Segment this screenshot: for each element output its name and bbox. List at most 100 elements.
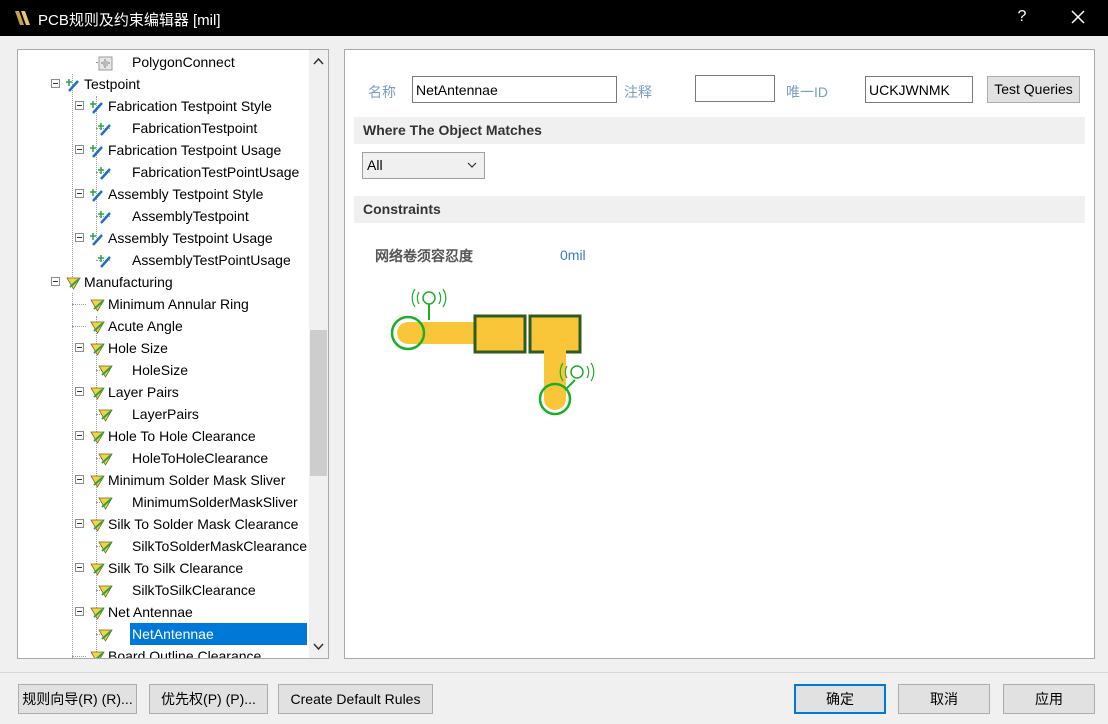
- tree-item[interactable]: SilkToSolderMaskClearance: [18, 535, 308, 557]
- testpoint-rule-icon: [98, 121, 113, 136]
- tree-collapse-icon[interactable]: [75, 233, 84, 242]
- where-match-value: All: [367, 157, 383, 173]
- tree-collapse-icon[interactable]: [51, 79, 60, 88]
- tree-collapse-icon[interactable]: [51, 277, 60, 286]
- tree-collapse-icon[interactable]: [75, 563, 84, 572]
- tree-item-label: Net Antennae: [108, 604, 193, 620]
- tree-item[interactable]: Layer Pairs: [18, 381, 308, 403]
- tree-item[interactable]: AssemblyTestpoint: [18, 205, 308, 227]
- tree-item-label: Testpoint: [84, 76, 141, 92]
- scroll-up-icon[interactable]: [309, 50, 328, 72]
- apply-button[interactable]: 应用: [1003, 684, 1095, 714]
- comment-input[interactable]: [695, 75, 775, 102]
- tree-item-label: NetAntennae: [130, 623, 307, 645]
- tree-item-label: FabricationTestpoint: [132, 120, 258, 136]
- testpoint-rule-icon: [90, 231, 105, 246]
- tree-item[interactable]: Acute Angle: [18, 315, 308, 337]
- manufacturing-rule-icon: [98, 451, 113, 466]
- test-queries-button[interactable]: Test Queries: [987, 76, 1080, 103]
- tree-item-label: AssemblyTestPointUsage: [132, 252, 291, 268]
- tree-item[interactable]: Manufacturing: [18, 271, 308, 293]
- priorities-button[interactable]: 优先权(P) (P)...: [149, 684, 268, 714]
- tree-item[interactable]: Assembly Testpoint Style: [18, 183, 308, 205]
- tree-collapse-icon[interactable]: [75, 607, 84, 616]
- cancel-button[interactable]: 取消: [898, 684, 990, 714]
- manufacturing-rule-icon: [98, 539, 113, 554]
- unique-id-input[interactable]: [865, 76, 973, 103]
- manufacturing-rule-icon: [98, 583, 113, 598]
- chevron-down-icon: [467, 162, 477, 168]
- tree-item[interactable]: Net Antennae: [18, 601, 308, 623]
- tree-item[interactable]: Silk To Silk Clearance: [18, 557, 308, 579]
- tree-item-label: MinimumSolderMaskSliver: [132, 494, 298, 510]
- tree-collapse-icon[interactable]: [75, 387, 84, 396]
- manufacturing-category-icon: [66, 275, 81, 290]
- title-bar: PCB规则及约束编辑器 [mil] ?: [0, 0, 1108, 36]
- tree-collapse-icon[interactable]: [75, 101, 84, 110]
- tree-item[interactable]: PolygonConnect: [18, 51, 308, 73]
- rule-wizard-button[interactable]: 规则向导(R) (R)...: [18, 684, 137, 714]
- tree-item[interactable]: Fabrication Testpoint Style: [18, 95, 308, 117]
- close-icon[interactable]: [1068, 6, 1088, 28]
- tree-item[interactable]: MinimumSolderMaskSliver: [18, 491, 308, 513]
- name-label: 名称: [368, 84, 396, 100]
- testpoint-rule-icon: [98, 165, 113, 180]
- tree-item[interactable]: FabricationTestPointUsage: [18, 161, 308, 183]
- scroll-thumb[interactable]: [310, 330, 327, 476]
- ok-button[interactable]: 确定: [794, 684, 886, 714]
- rule-name-input[interactable]: [412, 76, 617, 103]
- create-default-rules-button[interactable]: Create Default Rules: [278, 684, 433, 714]
- tree-item[interactable]: Fabrication Testpoint Usage: [18, 139, 308, 161]
- window-title: PCB规则及约束编辑器 [mil]: [38, 12, 221, 29]
- tree-item-label: Silk To Solder Mask Clearance: [108, 516, 299, 532]
- tree-item-label: SilkToSolderMaskClearance: [132, 538, 308, 554]
- manufacturing-rule-icon: [98, 495, 113, 510]
- tree-item[interactable]: HoleSize: [18, 359, 308, 381]
- where-section-header: Where The Object Matches: [354, 117, 1085, 144]
- tree-item[interactable]: Hole Size: [18, 337, 308, 359]
- manufacturing-rule-icon: [90, 319, 105, 334]
- antenna-tolerance-value[interactable]: 0mil: [560, 247, 586, 263]
- tree-item[interactable]: SilkToSilkClearance: [18, 579, 308, 601]
- manufacturing-rule-icon: [90, 341, 105, 356]
- tree-scrollbar[interactable]: [309, 50, 328, 658]
- tree-item[interactable]: Hole To Hole Clearance: [18, 425, 308, 447]
- altium-logo-icon: [15, 11, 30, 25]
- rule-tree[interactable]: PolygonConnect Testpoint Fabrication Testp…: [17, 49, 329, 659]
- testpoint-rule-icon: [90, 99, 105, 114]
- tree-collapse-icon[interactable]: [75, 189, 84, 198]
- tree-item[interactable]: NetAntennae: [18, 623, 308, 645]
- tree-item[interactable]: Assembly Testpoint Usage: [18, 227, 308, 249]
- tree-item-label: SilkToSilkClearance: [132, 582, 256, 598]
- tree-item-label: Minimum Annular Ring: [108, 296, 249, 312]
- tree-item[interactable]: Board Outline Clearance: [18, 645, 308, 658]
- tree-item[interactable]: HoleToHoleClearance: [18, 447, 308, 469]
- tree-collapse-icon[interactable]: [75, 431, 84, 440]
- tree-collapse-icon[interactable]: [75, 475, 84, 484]
- manufacturing-rule-icon: [90, 297, 105, 312]
- tree-collapse-icon[interactable]: [75, 145, 84, 154]
- scroll-down-icon[interactable]: [309, 636, 328, 658]
- manufacturing-rule-icon: [90, 561, 105, 576]
- tree-item[interactable]: AssemblyTestPointUsage: [18, 249, 308, 271]
- tree-item[interactable]: Testpoint: [18, 73, 308, 95]
- testpoint-rule-icon: [98, 209, 113, 224]
- tree-branch-line: [72, 656, 86, 657]
- tree-item[interactable]: FabricationTestpoint: [18, 117, 308, 139]
- manufacturing-rule-icon: [90, 473, 105, 488]
- tree-item[interactable]: Minimum Solder Mask Sliver: [18, 469, 308, 491]
- rule-editor-panel: 名称 注释 唯一ID Test Queries Where The Object…: [344, 49, 1095, 659]
- tree-item[interactable]: Silk To Solder Mask Clearance: [18, 513, 308, 535]
- manufacturing-rule-icon: [98, 407, 113, 422]
- tree-collapse-icon[interactable]: [75, 519, 84, 528]
- manufacturing-rule-icon: [90, 517, 105, 532]
- tree-item-label: Acute Angle: [108, 318, 183, 334]
- tree-item-label: Manufacturing: [84, 274, 173, 290]
- manufacturing-rule-icon: [90, 429, 105, 444]
- net-antenna-diagram: [390, 288, 595, 416]
- where-match-select[interactable]: All: [362, 152, 485, 179]
- tree-collapse-icon[interactable]: [75, 343, 84, 352]
- tree-item[interactable]: LayerPairs: [18, 403, 308, 425]
- help-button[interactable]: ?: [1015, 8, 1029, 26]
- tree-item[interactable]: Minimum Annular Ring: [18, 293, 308, 315]
